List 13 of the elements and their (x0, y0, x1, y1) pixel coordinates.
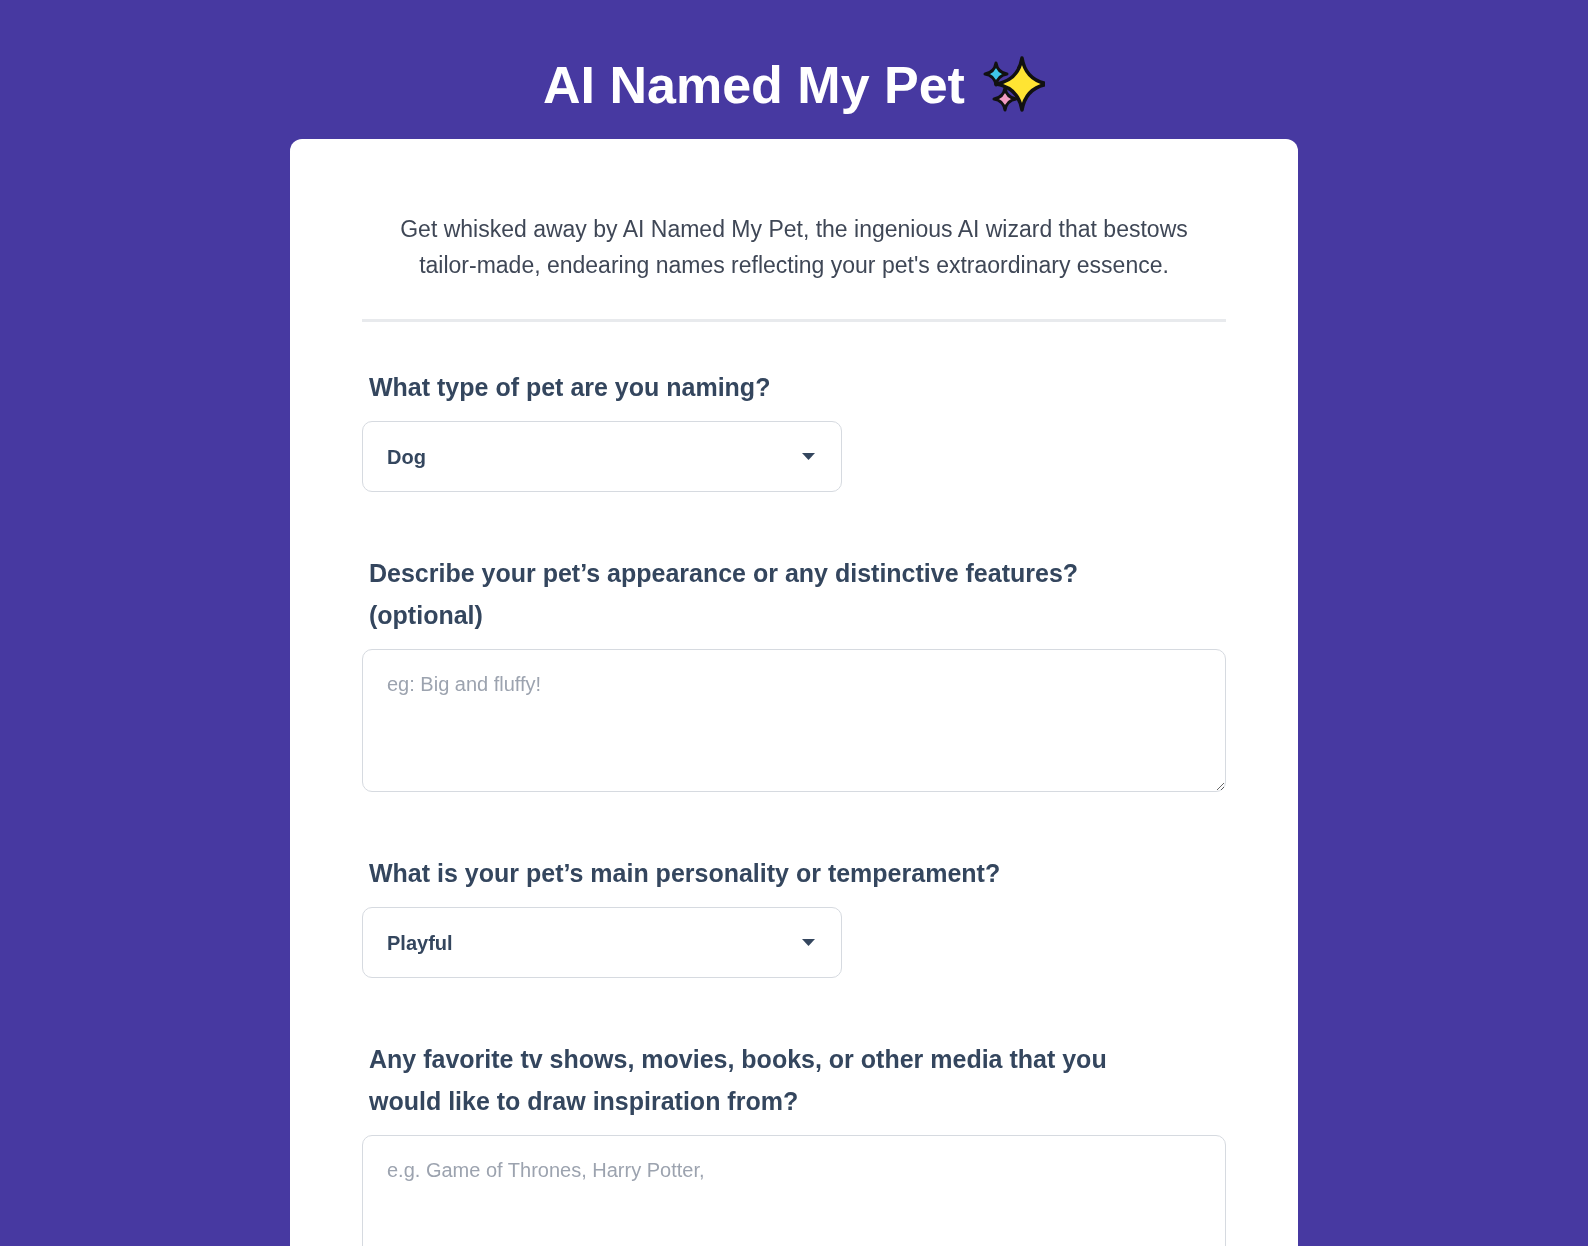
intro-text: Get whisked away by AI Named My Pet, the ingenious AI wizard that bestows tailor-made, endearing names reflecting your pet's extraordinary essence. (399, 215, 1189, 280)
select-field[interactable]: Playful (362, 907, 842, 978)
caret-icon (802, 453, 815, 460)
field-label: Any favorite tv shows, movies, books, or other media that you would like to draw inspiration from? (368, 1044, 1108, 1117)
field-label: What type of pet are you naming? (368, 372, 772, 403)
field-label: What is your pet’s main personality or temperament? (368, 858, 1002, 889)
select-field[interactable]: Dog (362, 421, 842, 492)
sparkles-icon (982, 55, 1045, 115)
caret-icon (802, 939, 815, 946)
field-label: Describe your pet’s appearance or any distinctive features? (optional) (368, 558, 1080, 631)
page-title: AI Named My Pet (543, 55, 965, 115)
text-area-field[interactable]: eg: Big and fluffy! (362, 649, 1226, 792)
text-area-field[interactable]: e.g. Game of Thrones, Harry Potter, (362, 1135, 1226, 1246)
